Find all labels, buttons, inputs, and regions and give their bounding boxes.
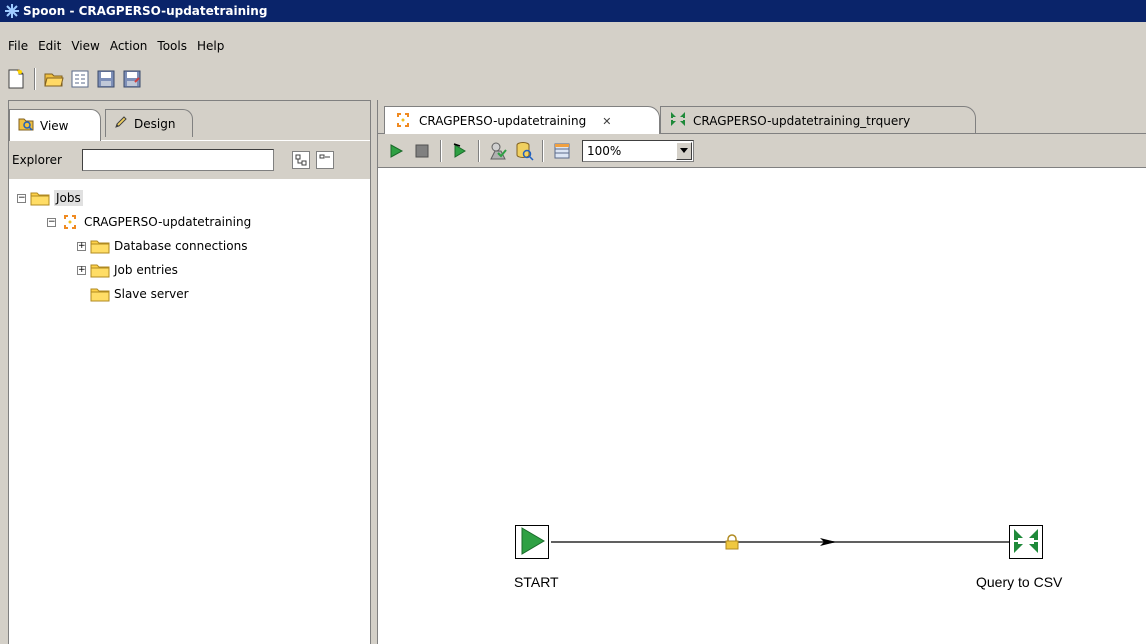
left-tab-bar: View Design <box>9 101 370 141</box>
window-title: Spoon - CRAGPERSO-updatetraining <box>23 4 268 18</box>
explorer-label: Explorer <box>12 153 62 167</box>
tab-transformation[interactable]: CRAGPERSO-updatetraining_trquery <box>660 106 976 134</box>
tree-node-slave-server[interactable]: Slave server <box>90 283 189 305</box>
tab-design[interactable]: Design <box>105 109 193 137</box>
tab-job[interactable]: CRAGPERSO-updatetraining ✕ <box>384 106 660 135</box>
menu-action[interactable]: Action <box>106 39 154 53</box>
sql-icon[interactable] <box>512 139 536 163</box>
menu-view[interactable]: View <box>67 39 105 53</box>
explorer-panel: View Design Explorer − Jobs − CRAGPERSO-… <box>8 100 371 644</box>
tree-label: Database connections <box>114 239 248 253</box>
tab-design-label: Design <box>134 116 176 131</box>
tab-view-label: View <box>40 118 69 133</box>
transformation-icon <box>669 111 687 130</box>
replay-icon[interactable] <box>448 139 472 163</box>
close-icon[interactable]: ✕ <box>602 115 611 128</box>
explore-repository-icon[interactable] <box>68 67 92 91</box>
collapse-toggle[interactable]: − <box>47 217 56 227</box>
collapse-all-icon[interactable] <box>316 151 334 169</box>
start-icon <box>517 526 547 559</box>
zoom-value: 100% <box>587 143 622 158</box>
folder-icon <box>90 286 110 302</box>
save-as-icon[interactable] <box>120 67 144 91</box>
expand-all-icon[interactable] <box>292 151 310 169</box>
editor-tab-bar: CRAGPERSO-updatetraining ✕ CRAGPERSO-upd… <box>378 100 1146 135</box>
transformation-icon <box>1012 527 1040 558</box>
tree-node-job[interactable]: − CRAGPERSO-updatetraining <box>47 211 251 233</box>
job-icon <box>393 111 413 132</box>
tab-transformation-label: CRAGPERSO-updatetraining_trquery <box>693 113 911 128</box>
job-toolbar: 100% <box>378 134 1146 168</box>
open-icon[interactable] <box>42 67 66 91</box>
explorer-search-row: Explorer <box>9 141 370 179</box>
view-icon <box>18 117 34 134</box>
save-icon[interactable] <box>94 67 118 91</box>
stop-icon[interactable] <box>410 139 434 163</box>
hop-connector[interactable] <box>378 168 1146 644</box>
menu-bar: File Edit View Action Tools Help <box>0 36 230 56</box>
expand-toggle[interactable]: + <box>77 241 86 251</box>
folder-icon <box>90 238 110 254</box>
folder-icon <box>90 262 110 278</box>
menu-edit[interactable]: Edit <box>34 39 67 53</box>
menu-help[interactable]: Help <box>193 39 230 53</box>
query-to-csv-entry[interactable] <box>1009 525 1043 559</box>
zoom-select[interactable]: 100% <box>582 139 694 162</box>
new-file-icon[interactable] <box>4 67 28 91</box>
tree-label-jobs: Jobs <box>54 190 83 206</box>
tree-label: Job entries <box>114 263 178 277</box>
collapse-toggle[interactable]: − <box>17 193 26 203</box>
editor-panel: CRAGPERSO-updatetraining ✕ CRAGPERSO-upd… <box>377 100 1146 644</box>
folder-icon <box>30 190 50 206</box>
expand-toggle[interactable]: + <box>77 265 86 275</box>
start-entry[interactable] <box>515 525 549 559</box>
show-results-icon[interactable] <box>550 139 574 163</box>
chevron-down-icon[interactable] <box>676 141 692 160</box>
tree-label-job: CRAGPERSO-updatetraining <box>84 215 252 229</box>
start-label: START <box>514 574 559 590</box>
menu-file[interactable]: File <box>4 39 34 53</box>
pencil-icon <box>114 115 128 132</box>
lock-icon <box>725 534 739 553</box>
tree-node-job-entries[interactable]: + Job entries <box>77 259 178 281</box>
tab-view[interactable]: View <box>9 109 101 141</box>
toolbar-separator <box>34 68 36 90</box>
tree-label: Slave server <box>114 287 189 301</box>
tree-node-jobs[interactable]: − Jobs <box>17 187 83 209</box>
job-canvas[interactable]: START Query to CSV <box>378 168 1146 644</box>
query-to-csv-label: Query to CSV <box>976 574 1063 590</box>
toolbar-separator <box>440 139 442 162</box>
main-toolbar <box>4 66 144 92</box>
spoon-app-icon <box>4 3 20 19</box>
run-icon[interactable] <box>384 139 408 163</box>
check-icon[interactable] <box>486 139 510 163</box>
job-icon <box>60 213 80 231</box>
toolbar-separator <box>478 139 480 162</box>
toolbar-separator <box>542 139 544 162</box>
tree-node-database-connections[interactable]: + Database connections <box>77 235 247 257</box>
title-bar: Spoon - CRAGPERSO-updatetraining <box>0 0 1146 22</box>
explorer-search-input[interactable] <box>82 149 274 171</box>
tab-job-label: CRAGPERSO-updatetraining <box>419 114 587 128</box>
menu-tools[interactable]: Tools <box>153 39 193 53</box>
